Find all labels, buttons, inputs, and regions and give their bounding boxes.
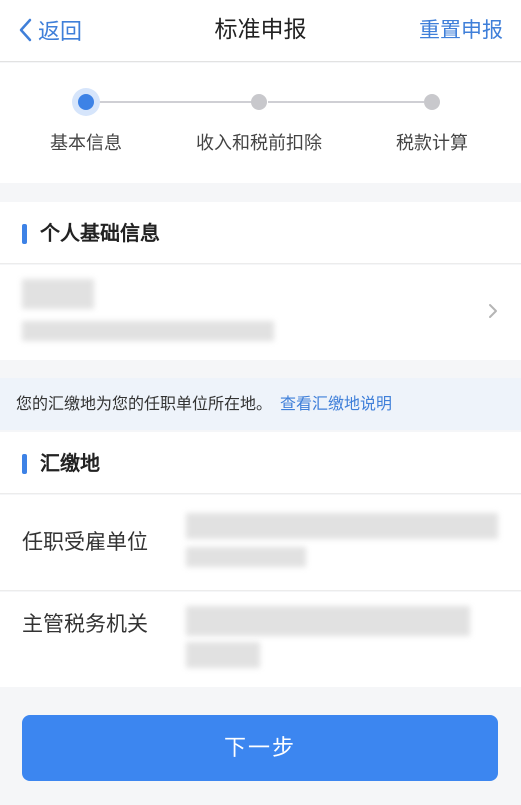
- section-accent-bar: [22, 224, 27, 244]
- redacted-tax-office: [186, 642, 260, 668]
- step-dot-active: [72, 88, 100, 116]
- notice-text: 您的汇缴地为您的任职单位所在地。: [16, 394, 273, 413]
- redacted-employer: [186, 513, 498, 539]
- step-connector: [96, 101, 253, 103]
- employer-row[interactable]: 任职受雇单位: [0, 495, 521, 591]
- personal-info-row[interactable]: [0, 265, 521, 360]
- section-title-huijiao: 汇缴地: [40, 451, 100, 475]
- huijiao-header: 汇缴地: [0, 432, 521, 494]
- step-dot: [251, 94, 267, 110]
- tax-office-row[interactable]: 主管税务机关: [0, 592, 521, 687]
- step-dot: [424, 94, 440, 110]
- redacted-id: [22, 321, 274, 341]
- personal-info-header: 个人基础信息: [0, 202, 521, 264]
- nav-bar: 返回 标准申报 重置申报: [0, 0, 521, 62]
- redacted-employer: [186, 547, 306, 567]
- huijiao-explanation-link[interactable]: 查看汇缴地说明: [280, 394, 392, 413]
- employer-label: 任职受雇单位: [22, 530, 148, 554]
- tax-office-label: 主管税务机关: [22, 612, 148, 636]
- reset-declaration-button[interactable]: 重置申报: [419, 14, 503, 46]
- next-step-button[interactable]: 下一步: [22, 715, 498, 781]
- step-label-basic-info: 基本信息: [50, 133, 122, 154]
- section-accent-bar: [22, 454, 27, 474]
- progress-steps: 基本信息 收入和税前扣除 税款计算: [0, 63, 521, 183]
- redacted-tax-office: [186, 606, 470, 636]
- step-connector: [268, 101, 424, 103]
- huijiao-notice: 您的汇缴地为您的任职单位所在地。 查看汇缴地说明: [0, 378, 521, 430]
- chevron-right-icon: [489, 304, 497, 318]
- step-label-income-deduction: 收入和税前扣除: [196, 133, 322, 154]
- redacted-name: [22, 279, 94, 309]
- step-label-tax-calculation: 税款计算: [396, 133, 468, 154]
- section-title-personal: 个人基础信息: [40, 221, 160, 245]
